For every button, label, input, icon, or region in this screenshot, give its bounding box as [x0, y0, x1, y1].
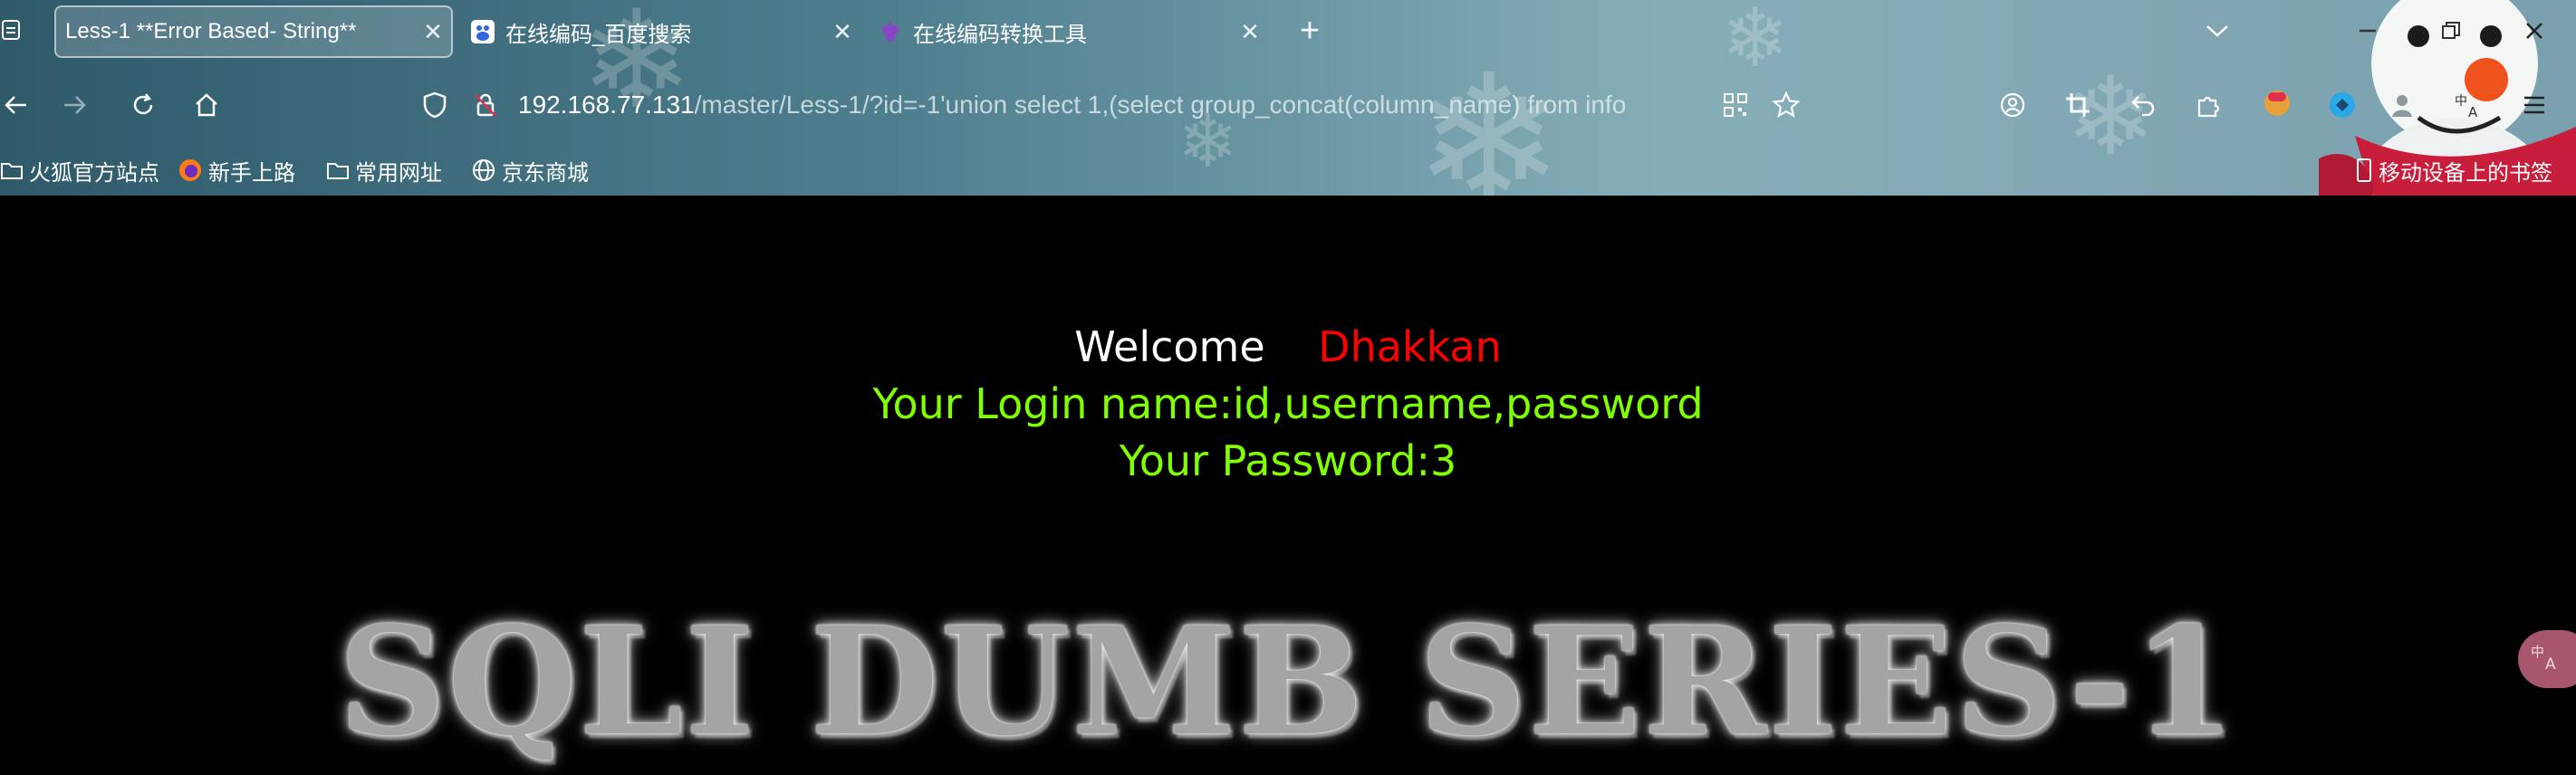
tab-label: 在线编码转换工具 — [913, 22, 1087, 47]
tab-list-icon[interactable] — [0, 16, 22, 43]
extension-user-icon[interactable] — [2386, 89, 2418, 121]
login-name-line: Your Login name:id,username,password — [872, 379, 1704, 428]
svg-text:中: 中 — [2455, 94, 2467, 109]
svg-text:中: 中 — [2531, 644, 2544, 660]
undo-arrow-icon[interactable] — [2127, 89, 2159, 121]
tab-close-icon[interactable]: ✕ — [824, 18, 860, 46]
username-text: Dhakkan — [1318, 322, 1502, 371]
tab-close-icon[interactable]: ✕ — [415, 18, 451, 46]
bookmark-label: 常用网址 — [355, 160, 442, 186]
back-arrow-icon[interactable] — [0, 89, 33, 121]
welcome-text: Welcome — [1074, 322, 1265, 371]
folder-icon — [327, 163, 349, 179]
password-line: Your Password:3 — [1119, 436, 1457, 485]
firefox-icon — [179, 159, 201, 181]
extensions-puzzle-icon[interactable] — [2192, 89, 2225, 121]
translate-icon[interactable]: 中A — [2451, 89, 2487, 121]
reload-icon[interactable] — [127, 89, 159, 121]
bookmark-jd-mall[interactable]: 京东商城 — [471, 152, 589, 188]
navigation-bar: 192.168.77.131/master/Less-1/?id=-1'unio… — [0, 74, 2576, 136]
globe-icon — [473, 159, 495, 181]
browser-chrome: ❄ ❄ ❄ ❄ ❄ Less-1 **Error Based- String**… — [0, 0, 2576, 196]
minimize-icon[interactable] — [2351, 14, 2384, 47]
menu-hamburger-icon[interactable] — [2518, 89, 2551, 121]
tab-encoding-tool[interactable]: 在线编码转换工具 ✕ — [870, 5, 1268, 58]
extension-red-badge-icon[interactable] — [2259, 85, 2295, 121]
url-path: /master/Less-1/?id=-1'union select 1,(se… — [694, 91, 1627, 119]
tab-label: 在线编码_百度搜索 — [505, 22, 692, 47]
account-icon[interactable] — [1996, 89, 2029, 121]
floating-translate-button[interactable]: 中A — [2518, 630, 2576, 688]
shield-icon[interactable] — [418, 89, 451, 121]
welcome-line: Welcome Dhakkan — [0, 322, 2576, 371]
bookmark-firefox-official[interactable]: 火狐官方站点 — [0, 152, 159, 188]
url-bar[interactable]: 192.168.77.131/master/Less-1/?id=-1'unio… — [518, 74, 1714, 136]
mobile-bookmarks[interactable]: 移动设备上的书签 — [2355, 152, 2552, 188]
new-tab-button[interactable]: + — [1290, 11, 1330, 51]
forward-arrow-icon[interactable] — [58, 89, 91, 121]
insecure-lock-icon[interactable] — [469, 89, 502, 121]
tab-close-icon[interactable]: ✕ — [1232, 18, 1268, 46]
sqli-dumb-series-banner: SQLI DUMB SERIES-1 — [338, 594, 2238, 769]
translate-icon: 中A — [2531, 642, 2563, 677]
qr-code-icon[interactable] — [1719, 89, 1752, 121]
bookmarks-toolbar: 火狐官方站点 新手上路 常用网址 京东商城 移动设备上的书签 — [0, 152, 2576, 188]
tab-label: Less-1 **Error Based- String** — [65, 19, 357, 43]
home-icon[interactable] — [190, 89, 223, 121]
grape-icon — [877, 18, 904, 45]
bookmark-common-sites[interactable]: 常用网址 — [326, 152, 442, 188]
svg-text:A: A — [2545, 655, 2556, 671]
mobile-device-icon — [2357, 158, 2371, 182]
page-content: Welcome Dhakkan Your Login name:id,usern… — [0, 196, 2576, 775]
screenshot-crop-icon[interactable] — [2062, 89, 2094, 121]
tab-overflow-chevron-icon[interactable] — [2201, 14, 2234, 47]
restore-icon[interactable] — [2435, 14, 2467, 47]
mobile-bookmarks-label: 移动设备上的书签 — [2379, 160, 2552, 186]
extension-blue-icon[interactable] — [2324, 87, 2360, 123]
baidu-icon — [469, 18, 496, 45]
folder-icon — [1, 163, 23, 179]
tab-less-1[interactable]: Less-1 **Error Based- String** ✕ — [54, 5, 453, 58]
close-window-icon[interactable] — [2518, 14, 2551, 47]
bookmark-star-icon[interactable] — [1770, 89, 1802, 121]
svg-text:A: A — [2468, 104, 2478, 119]
bookmark-label: 火狐官方站点 — [29, 160, 159, 186]
url-host: 192.168.77.131 — [518, 91, 695, 119]
bookmark-getting-started[interactable]: 新手上路 — [178, 152, 295, 188]
bookmark-label: 新手上路 — [208, 160, 295, 186]
tab-baidu-search[interactable]: 在线编码_百度搜索 ✕ — [462, 5, 860, 58]
bookmark-label: 京东商城 — [502, 160, 589, 186]
tab-bar: Less-1 **Error Based- String** ✕ 在线编码_百度… — [0, 0, 2576, 62]
